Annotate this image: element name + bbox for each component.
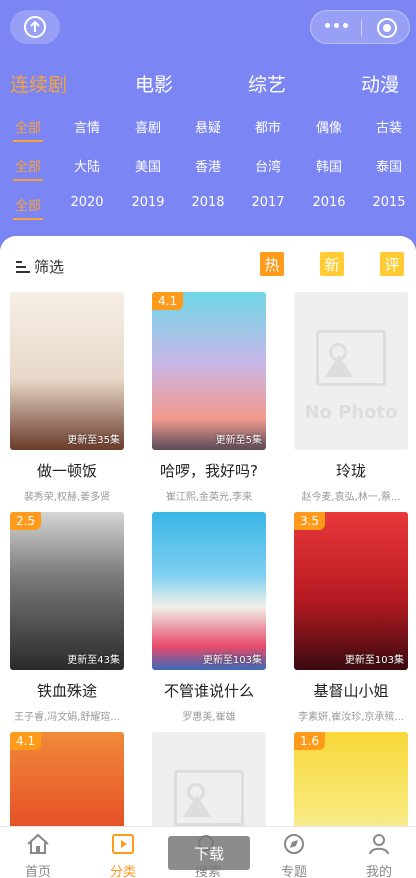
more-icon[interactable] (325, 23, 348, 28)
region-chip[interactable]: 香港 (195, 156, 221, 175)
genre-chip[interactable]: 喜剧 (135, 117, 161, 136)
sort-rating-button[interactable]: 评 (380, 252, 404, 276)
update-label: 更新至43集 (67, 655, 120, 666)
genre-chip[interactable]: 悬疑 (195, 117, 221, 136)
year-filter-row: 全部 2020 2019 2018 2017 2016 2015 (0, 195, 416, 220)
video-title: 玲珑 (335, 462, 366, 480)
region-chip[interactable]: 美国 (135, 156, 161, 175)
region-filter-row: 全部 大陆 美国 香港 台湾 韩国 泰国 (0, 156, 416, 181)
genre-filter-row: 全部 言情 喜剧 悬疑 都市 偶像 古装 (0, 117, 416, 142)
content-panel: 筛选 热 新 评 更新至35集 做一顿饭 裴秀荣,权赫,姜多贤 4.1 更新至5… (0, 236, 416, 836)
video-title: 哈啰，我好吗? (160, 462, 258, 480)
genre-chip[interactable]: 都市 (255, 117, 281, 136)
upload-button[interactable] (10, 10, 60, 44)
genre-chip[interactable]: 古装 (376, 117, 402, 136)
header: 连续剧 电影 综艺 动漫 全部 言情 喜剧 悬疑 都市 偶像 古装 全部 大陆 … (0, 0, 416, 250)
score-badge: 3.5 (294, 512, 326, 530)
filter-button[interactable]: 筛选 (16, 256, 64, 277)
user-icon (369, 834, 389, 855)
video-cast: 王子睿,冯文娟,舒耀瑄... (14, 712, 120, 723)
tab-home[interactable]: 首页 (0, 827, 78, 878)
video-title: 不管谁说什么 (163, 682, 254, 700)
no-photo-placeholder (152, 732, 266, 836)
poster: 2.5 更新至43集 (10, 512, 124, 670)
sort-bar: 筛选 热 新 评 (0, 252, 416, 282)
poster: 1.6 (294, 732, 408, 836)
year-chip[interactable]: 全部 (12, 195, 44, 220)
tab-label: 首页 (24, 865, 51, 878)
arrow-up-icon (24, 16, 46, 38)
no-photo-placeholder: No Photo 更新至43集 (294, 292, 408, 450)
tab-topics[interactable]: 专题 (254, 827, 334, 878)
play-box-icon (112, 834, 134, 854)
poster: 更新至35集 (10, 292, 124, 450)
genre-chip[interactable]: 偶像 (316, 117, 342, 136)
close-target-icon[interactable] (377, 18, 397, 38)
video-cast: 裴秀荣,权赫,姜多贤 (23, 492, 111, 503)
year-chip[interactable]: 2016 (312, 195, 345, 210)
video-cast: 罗惠美,崔雄 (182, 712, 236, 723)
sort-hot-button[interactable]: 热 (260, 252, 284, 276)
update-label: 更新至103集 (202, 655, 262, 666)
update-label: 更新至5集 (215, 435, 262, 446)
filter-label: 筛选 (34, 258, 65, 276)
tab-category[interactable]: 分类 (83, 827, 163, 878)
genre-chip[interactable]: 言情 (74, 117, 100, 136)
mini-program-capsule (310, 10, 410, 44)
tab-mine[interactable]: 我的 (339, 827, 416, 878)
tab-anime[interactable]: 动漫 (361, 70, 399, 97)
top-bar (0, 10, 416, 44)
tab-label: 分类 (109, 865, 136, 878)
tab-label: 专题 (280, 865, 307, 878)
poster: 4.1 更新至5集 (152, 292, 266, 450)
tab-tv-series[interactable]: 连续剧 (10, 70, 67, 97)
tab-variety[interactable]: 综艺 (248, 70, 286, 97)
region-chip[interactable]: 全部 (12, 156, 44, 181)
score-badge: 2.5 (10, 512, 42, 530)
category-tabs: 连续剧 电影 综艺 动漫 (0, 70, 416, 96)
poster: 更新至103集 (152, 512, 266, 670)
region-chip[interactable]: 泰国 (376, 156, 402, 175)
genre-chip[interactable]: 全部 (12, 117, 44, 142)
score-badge: 4.1 (10, 732, 42, 750)
region-chip[interactable]: 台湾 (255, 156, 281, 175)
no-photo-text: No Photo (304, 402, 398, 423)
video-cast: 崔江熙,金英光,李来 (165, 492, 253, 503)
year-chip[interactable]: 2017 (251, 195, 284, 210)
video-cast: 赵今麦,袁弘,林一,蔡... (301, 492, 401, 503)
image-placeholder-icon (316, 330, 386, 386)
region-chip[interactable]: 韩国 (316, 156, 342, 175)
year-chip[interactable]: 2019 (131, 195, 164, 210)
tab-movies[interactable]: 电影 (135, 70, 173, 97)
tab-label: 我的 (365, 865, 392, 878)
update-label: 更新至103集 (344, 655, 404, 666)
capsule-divider (361, 19, 362, 37)
year-chip[interactable]: 2018 (191, 195, 224, 210)
poster: 4.1 (10, 732, 124, 836)
sort-new-button[interactable]: 新 (320, 252, 344, 276)
year-chip[interactable]: 2015 (372, 195, 405, 210)
video-title: 基督山小姐 (313, 682, 389, 700)
update-label: 更新至35集 (67, 435, 120, 446)
filter-icon (16, 260, 30, 273)
update-label: 更新至43集 (351, 435, 404, 446)
video-title: 铁血殊途 (36, 682, 97, 700)
download-toast[interactable]: 下载 (168, 836, 250, 870)
image-placeholder-icon (174, 770, 244, 826)
compass-icon (284, 834, 304, 854)
region-chip[interactable]: 大陆 (74, 156, 100, 175)
year-chip[interactable]: 2020 (70, 195, 103, 210)
video-title: 做一顿饭 (36, 462, 97, 480)
score-badge: 4.1 (152, 292, 184, 310)
home-icon (27, 833, 49, 854)
score-badge: 1.6 (294, 732, 326, 750)
poster: 3.5 更新至103集 (294, 512, 408, 670)
video-cast: 李素妍,崔汝珍,京承殡... (298, 712, 404, 723)
